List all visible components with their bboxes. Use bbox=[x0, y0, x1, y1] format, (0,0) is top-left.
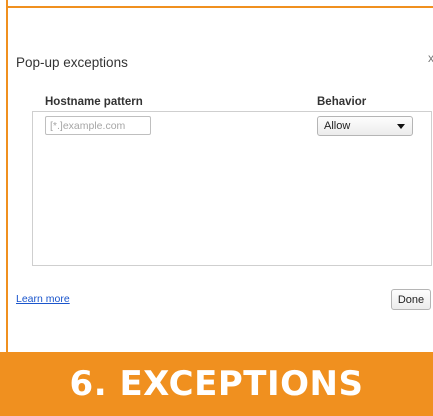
popup-exceptions-dialog: Pop-up exceptions x Hostname pattern Beh… bbox=[10, 10, 433, 348]
hostname-pattern-input[interactable] bbox=[45, 116, 151, 135]
close-icon[interactable]: x bbox=[428, 51, 433, 65]
done-button[interactable]: Done bbox=[391, 289, 431, 310]
frame-left-border bbox=[0, 0, 8, 352]
behavior-select[interactable]: Allow bbox=[317, 116, 413, 136]
caption-text: 6. EXCEPTIONS bbox=[69, 364, 364, 404]
dialog-title: Pop-up exceptions bbox=[16, 55, 128, 70]
frame-top-border bbox=[0, 0, 433, 8]
column-header-hostname: Hostname pattern bbox=[45, 96, 143, 108]
caption-banner: 6. EXCEPTIONS bbox=[0, 352, 433, 416]
column-header-behavior: Behavior bbox=[317, 96, 367, 108]
learn-more-link[interactable]: Learn more bbox=[16, 293, 70, 305]
chevron-down-icon bbox=[397, 124, 405, 129]
behavior-select-value: Allow bbox=[324, 120, 351, 132]
